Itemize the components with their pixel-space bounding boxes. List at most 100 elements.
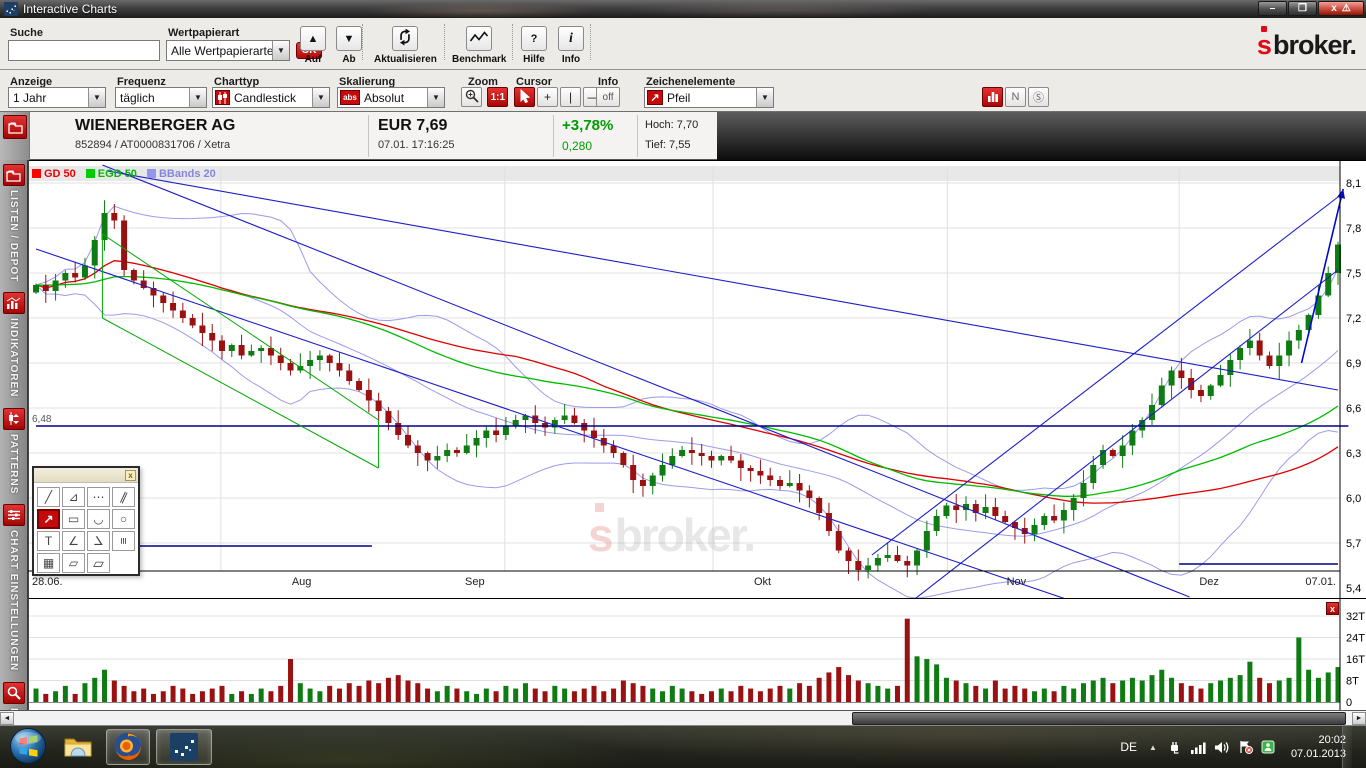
info-off-button[interactable]: off: [596, 87, 620, 107]
crosshair-cursor-button[interactable]: +: [537, 87, 558, 107]
grid-tool[interactable]: ▦: [37, 553, 60, 573]
cursor-arrow-button[interactable]: [514, 87, 535, 107]
x-axis-tick: Okt: [754, 576, 771, 588]
text-tool[interactable]: T: [37, 531, 60, 551]
palette-titlebar[interactable]: x: [34, 468, 138, 483]
palette-close-icon[interactable]: x: [125, 470, 136, 481]
close-button[interactable]: x⚠: [1318, 1, 1364, 16]
parallel-lines-tool[interactable]: ∥: [112, 487, 135, 507]
fan-right-tool[interactable]: ∠: [62, 531, 85, 551]
minimize-button[interactable]: –: [1258, 1, 1287, 16]
main-toolbar: Suche Wertpapierart Alle Wertpapierarten…: [0, 18, 1366, 70]
messenger-icon[interactable]: [1261, 740, 1275, 754]
arrow-tool[interactable]: ↗: [37, 509, 60, 529]
x-axis-tick: 28.06.: [32, 576, 63, 588]
eraser-tool[interactable]: ▱: [62, 553, 85, 573]
taskbar-clock[interactable]: 20:02 07.01.2013: [1291, 733, 1346, 761]
line-tool[interactable]: ╱: [37, 487, 60, 507]
chevron-down-icon: ▼: [272, 41, 289, 60]
sidebar-item-patterns[interactable]: PATTERNS: [3, 408, 25, 494]
tray-icons: [1167, 740, 1283, 755]
skalierung-select[interactable]: abs Absolut▼: [337, 87, 445, 108]
firefox-button[interactable]: [106, 729, 150, 765]
tray-chevron-icon[interactable]: ▲: [1149, 743, 1157, 752]
ellipse-tool[interactable]: ○: [112, 509, 135, 529]
legend-swatch: [32, 169, 41, 178]
toolbar-separator: [590, 24, 591, 60]
info-button-label: Info: [558, 54, 584, 65]
auf-button[interactable]: ▲Auf: [300, 26, 326, 65]
hilfe-button[interactable]: ?Hilfe: [521, 26, 547, 65]
scroll-right-icon[interactable]: ►: [1352, 712, 1366, 725]
warning-icon: ⚠: [1342, 3, 1351, 14]
sidebar-item-chart-einstellungen[interactable]: CHART EINSTELLUNGEN: [3, 504, 25, 671]
action-center-icon[interactable]: [1238, 740, 1253, 754]
up-arrow-icon: ▲: [308, 33, 319, 45]
eraser-all-tool[interactable]: ▱: [87, 553, 110, 573]
quote-low: Tief: 7,55: [645, 139, 690, 151]
vertical-lines-tool[interactable]: ≡: [112, 531, 135, 551]
legend-swatch: [147, 169, 156, 178]
x-axis-tick: Nov: [1007, 576, 1027, 588]
quote-datetime: 07.01. 17:16:25: [378, 139, 454, 151]
draw-arrow-icon: ↗: [647, 90, 663, 105]
toolbar-separator: [362, 24, 363, 60]
volume-pane[interactable]: 32T24T16T8T0 x: [28, 598, 1366, 710]
zoom-reset-button[interactable]: 1:1: [487, 87, 508, 107]
audio-icon[interactable]: [1214, 741, 1230, 754]
sidebar-item-indikatoren[interactable]: INDIKATOREN: [3, 292, 25, 398]
news-icon: N: [1012, 91, 1020, 103]
frequenz-select[interactable]: täglich▼: [115, 87, 207, 108]
search-input[interactable]: [8, 40, 160, 61]
vline-cursor-button[interactable]: |: [560, 87, 581, 107]
zoom-in-button[interactable]: [461, 87, 482, 107]
charttyp-select[interactable]: Candlestick▼: [212, 87, 330, 108]
abs-icon: abs: [340, 90, 360, 105]
aktualisieren-button[interactable]: Aktualisieren: [374, 26, 437, 65]
news-button[interactable]: N: [1005, 87, 1026, 107]
chart-extra-buttons: NⓈ: [982, 87, 1051, 107]
splits-button[interactable]: Ⓢ: [1028, 87, 1049, 107]
y-axis-tick: 6,3: [1346, 448, 1361, 460]
language-indicator[interactable]: DE: [1120, 740, 1137, 754]
scroll-left-icon[interactable]: ◄: [0, 712, 14, 725]
rectangle-icon: ▭: [68, 512, 79, 526]
power-icon[interactable]: [1167, 740, 1182, 755]
trendline-label-tool[interactable]: ⊿: [62, 487, 85, 507]
legend-item: BBands 20: [147, 168, 216, 180]
dashed-line-tool[interactable]: ⋯: [87, 487, 110, 507]
volume-pane-button[interactable]: [982, 87, 1003, 107]
horizontal-scrollbar[interactable]: ◄ ►: [0, 710, 1366, 726]
price-chart-pane[interactable]: 8,17,87,57,26,96,66,36,05,75,46,4828.06.…: [28, 160, 1366, 598]
start-button[interactable]: [6, 729, 50, 765]
benchmark-button[interactable]: Benchmark: [452, 26, 506, 65]
y-axis-tick: 6,0: [1346, 493, 1361, 505]
instrument-name: WIENERBERGER AG: [75, 117, 235, 135]
dashed-line-icon: ⋯: [93, 490, 105, 504]
volume-close-icon[interactable]: x: [1326, 602, 1339, 615]
ab-button[interactable]: ▼Ab: [336, 26, 362, 65]
zeichenelemente-select[interactable]: ↗ Pfeil▼: [644, 87, 774, 108]
rectangle-tool[interactable]: ▭: [62, 509, 85, 529]
fan-left-tool[interactable]: ∠: [87, 531, 110, 551]
drawing-palette[interactable]: x ╱⊿⋯∥↗▭◡○T∠∠≡▦▱▱: [32, 466, 140, 576]
explorer-button[interactable]: [56, 729, 100, 765]
scrollbar-thumb[interactable]: [852, 712, 1346, 725]
cursor-arrow-icon: [519, 89, 531, 106]
interactive-charts-button[interactable]: [156, 729, 212, 765]
arc-tool[interactable]: ◡: [87, 509, 110, 529]
type-select[interactable]: Alle Wertpapierarten ▼: [166, 40, 290, 61]
chevron-down-icon: ▼: [88, 88, 105, 107]
network-icon[interactable]: [1190, 741, 1206, 754]
show-desktop-button[interactable]: [1342, 726, 1352, 768]
info-button[interactable]: iInfo: [558, 26, 584, 65]
sidebar-item-listen-depot[interactable]: LISTEN / DEPOT: [3, 164, 25, 282]
arrow-icon: ↗: [43, 512, 53, 526]
restore-button[interactable]: ❐: [1288, 1, 1317, 16]
legend-label: BBands 20: [159, 168, 216, 180]
magnifier-icon: [465, 89, 479, 106]
fan-left-icon: ∠: [93, 534, 104, 548]
volume-chart-svg: 32T24T16T8T0: [28, 598, 1366, 710]
anzeige-select[interactable]: 1 Jahr▼: [8, 87, 106, 108]
sidebar-item-label: CHART EINSTELLUNGEN: [8, 530, 19, 671]
